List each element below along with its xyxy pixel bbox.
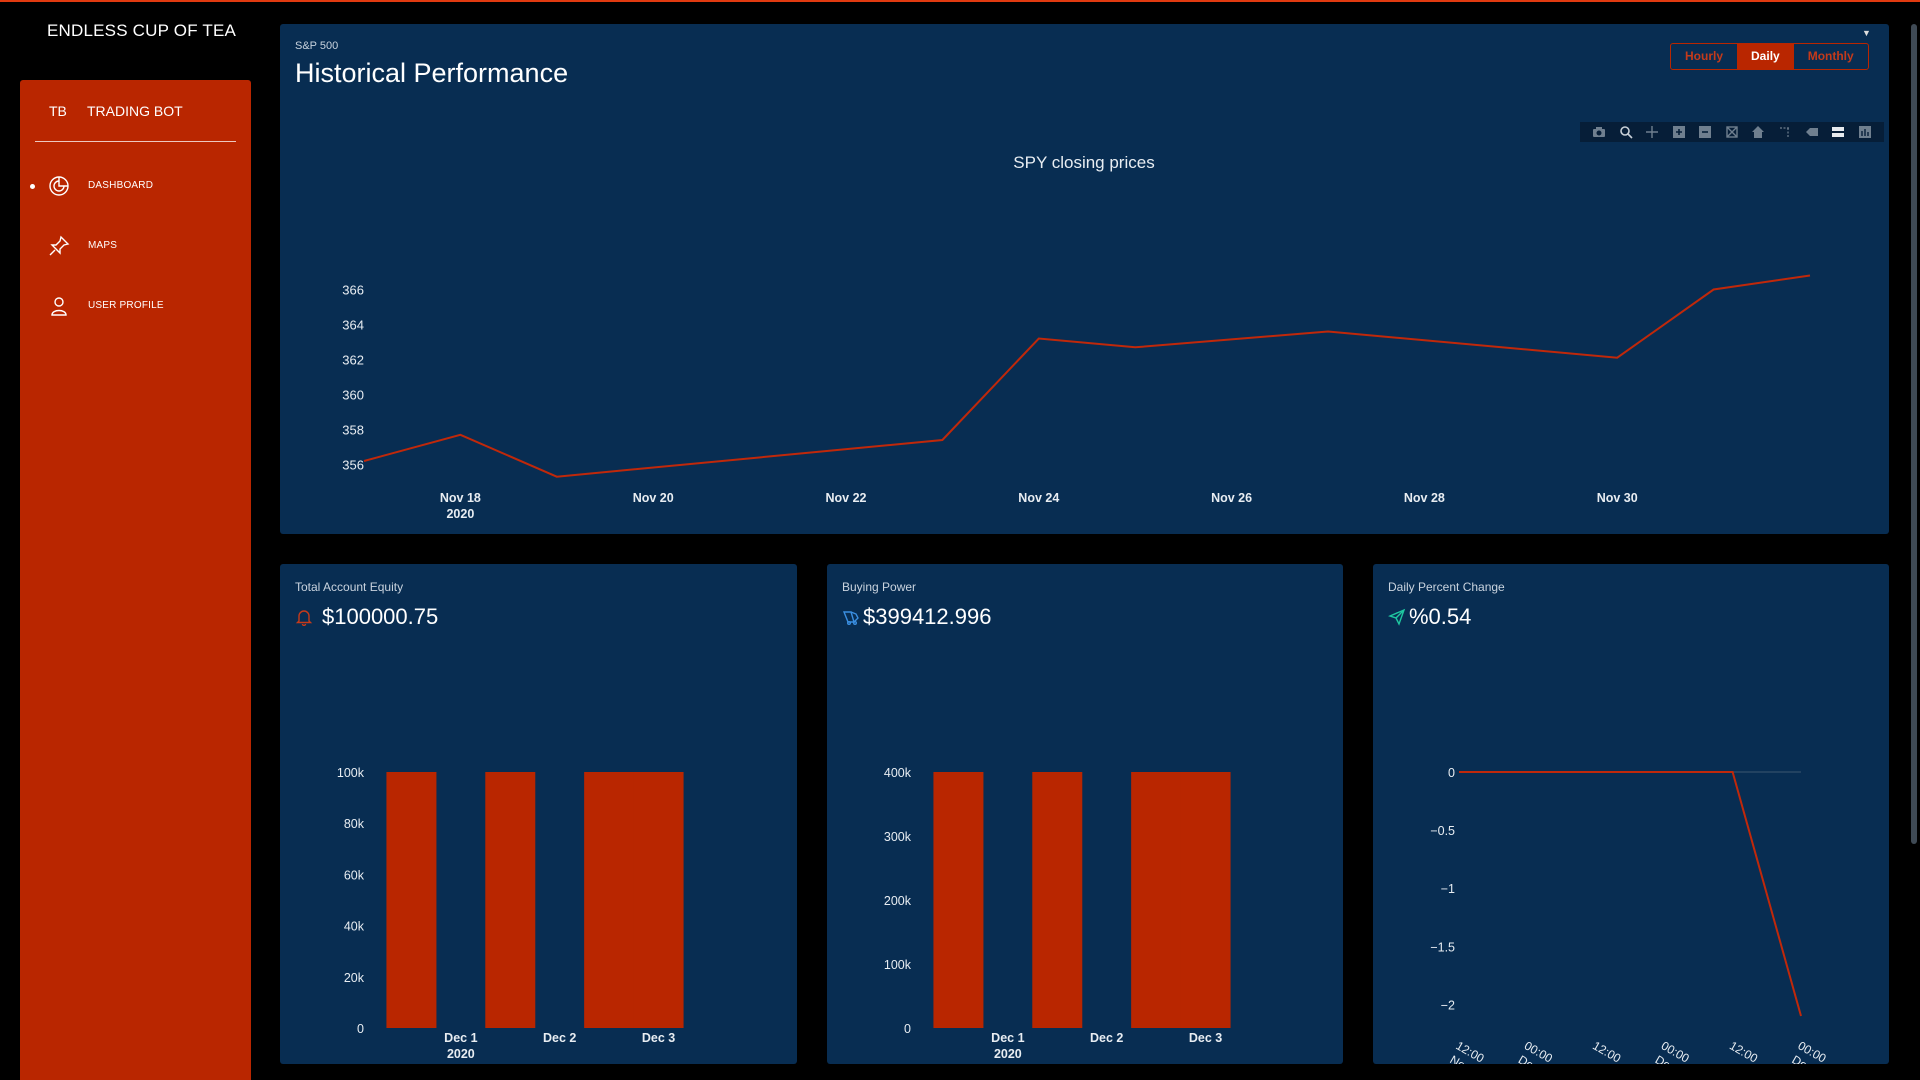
scrollbar[interactable] <box>1911 24 1917 844</box>
sidebar-logo-abbr: TB <box>49 103 67 119</box>
daily-change-card: Daily Percent Change %0.54 0 −0.5 −1 −1.5 −2… <box>1373 564 1889 1064</box>
bar <box>386 772 437 1028</box>
bar <box>485 772 536 1028</box>
sidebar-item-label: DASHBOARD <box>88 180 154 191</box>
bar <box>1032 772 1083 1028</box>
user-icon <box>51 297 67 316</box>
historical-performance-card: SPY closing prices 356 358 360 362 364 366 Nov … <box>280 24 1889 534</box>
y-tick-label: 40k <box>344 920 365 934</box>
y-tick-label: 80k <box>344 817 365 831</box>
autoscale-icon[interactable] <box>1723 124 1741 140</box>
x-tick-label: Nov 28 <box>1404 491 1445 505</box>
y-tick-label: 360 <box>342 388 364 403</box>
x-tick-label: Dec 3 <box>642 1031 675 1045</box>
daily-change-line-chart[interactable]: 0−0.5−1−1.5−212:00Nov 00:00Dec 12:00 00:00D… <box>1373 564 1889 1064</box>
sidebar-header[interactable]: TB TRADING BOT <box>35 80 236 142</box>
zoom-out-icon[interactable] <box>1696 124 1714 140</box>
x-tick-label: Nov 26 <box>1211 491 1252 505</box>
sidebar-item-label: USER PROFILE <box>88 300 164 311</box>
chart-pie-icon <box>49 176 69 196</box>
chevron-down-icon[interactable]: ▼ <box>1862 28 1871 38</box>
y-tick-label: 400k <box>884 766 912 780</box>
x-tick-label: Dec 2 <box>1090 1031 1123 1045</box>
pan-icon[interactable] <box>1643 124 1661 140</box>
y-tick-label: 100k <box>884 958 912 972</box>
equity-card: Total Account Equity $100000.75 0 20k 40k 6… <box>280 564 797 1064</box>
sidebar-item-maps[interactable]: MAPS <box>20 226 251 266</box>
app-brand[interactable]: ENDLESS CUP OF TEA <box>47 21 236 41</box>
x-tick-label: 12:00 <box>1727 1038 1760 1064</box>
buying-power-card: Buying Power $399412.996 0 100k 200k 300k 40… <box>827 564 1343 1064</box>
x-tick-year-label: 2020 <box>447 1047 475 1061</box>
spike-lines-icon[interactable] <box>1776 124 1794 140</box>
y-tick-label: −1 <box>1441 882 1455 896</box>
y-tick-label: 100k <box>337 766 365 780</box>
y-tick-label: −1.5 <box>1430 940 1455 954</box>
bar <box>633 772 684 1028</box>
y-tick-label: 200k <box>884 894 912 908</box>
home-icon[interactable] <box>1749 124 1767 140</box>
bar <box>1131 772 1182 1028</box>
pin-icon <box>49 235 70 256</box>
y-tick-label: 0 <box>1448 766 1455 780</box>
hover-closest-icon[interactable] <box>1803 124 1821 140</box>
hover-compare-icon[interactable] <box>1829 124 1847 140</box>
y-tick-label: 362 <box>342 353 364 368</box>
sidebar: TB TRADING BOT DASHBOARD MAPS USER PROFI… <box>20 80 251 1080</box>
period-toggle: Hourly Daily Monthly <box>1670 43 1869 70</box>
bar <box>1180 772 1231 1028</box>
zoom-icon[interactable] <box>1617 124 1635 140</box>
sidebar-item-label: MAPS <box>88 240 118 251</box>
active-indicator <box>30 184 35 189</box>
y-tick-label: 20k <box>344 971 365 985</box>
period-daily-button[interactable]: Daily <box>1737 44 1794 69</box>
y-tick-label: 60k <box>344 868 365 882</box>
sidebar-item-user-profile[interactable]: USER PROFILE <box>20 286 251 326</box>
zoom-in-icon[interactable] <box>1670 124 1688 140</box>
x-tick-label: Nov 20 <box>633 491 674 505</box>
x-tick-label: Nov 24 <box>1018 491 1059 505</box>
bar <box>584 772 635 1028</box>
x-tick-label: Dec 3 <box>1189 1031 1222 1045</box>
x-tick-label: Nov 30 <box>1597 491 1638 505</box>
x-tick-year-label: 2020 <box>994 1047 1022 1061</box>
top-accent-line <box>0 0 1920 2</box>
period-monthly-button[interactable]: Monthly <box>1794 44 1868 69</box>
chart-title: SPY closing prices <box>1013 153 1154 172</box>
equity-bar-chart[interactable]: 0 20k 40k 60k 80k 100k Dec 1 2020 Dec 2 Dec 3 <box>280 564 797 1064</box>
x-tick-label: Dec 2 <box>543 1031 576 1045</box>
y-tick-label: −2 <box>1441 998 1455 1012</box>
x-tick-year-label: 2020 <box>446 507 474 521</box>
y-tick-label: 358 <box>342 423 364 438</box>
series-line <box>363 274 1811 478</box>
chart-toolbar <box>1580 122 1884 142</box>
x-tick-label: Nov 18 <box>440 491 481 505</box>
bar <box>933 772 984 1028</box>
sidebar-logo-name: TRADING BOT <box>87 103 183 119</box>
y-tick-label: 0 <box>357 1022 364 1036</box>
period-hourly-button[interactable]: Hourly <box>1671 44 1737 69</box>
x-tick-label: Dec 1 <box>991 1031 1024 1045</box>
x-tick-label: Dec 1 <box>444 1031 477 1045</box>
y-tick-label: 364 <box>342 318 364 333</box>
y-tick-label: 366 <box>342 283 364 298</box>
y-tick-label: 356 <box>342 458 364 473</box>
y-tick-label: 0 <box>904 1022 911 1036</box>
camera-icon[interactable] <box>1590 124 1608 140</box>
spy-line-chart[interactable]: SPY closing prices 356 358 360 362 364 366 Nov … <box>280 24 1889 534</box>
page-title: Historical Performance <box>295 58 569 88</box>
sidebar-item-dashboard[interactable]: DASHBOARD <box>20 166 251 206</box>
x-tick-label: Nov 22 <box>826 491 867 505</box>
series-line <box>1459 771 1802 1017</box>
card-subtitle: S&P 500 <box>295 40 339 52</box>
buying-power-bar-chart[interactable]: 0 100k 200k 300k 400k Dec 1 2020 Dec 2 Dec 3 <box>827 564 1343 1064</box>
y-tick-label: 300k <box>884 830 912 844</box>
x-tick-label: 12:00 <box>1590 1038 1623 1064</box>
y-tick-label: −0.5 <box>1430 824 1455 838</box>
plotly-logo-icon[interactable] <box>1856 124 1874 140</box>
